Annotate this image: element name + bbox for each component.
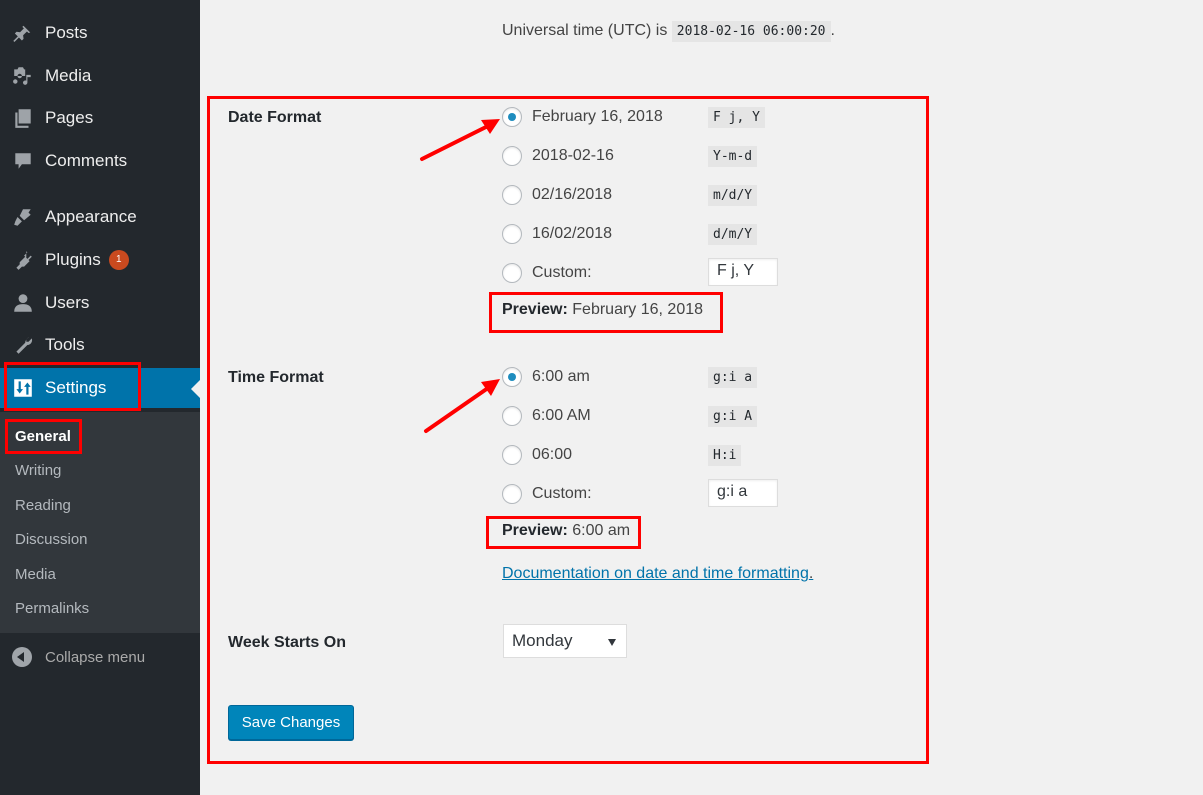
format-code: H:i: [708, 445, 742, 466]
radio-button[interactable]: [502, 445, 522, 465]
sidebar-item-plugins[interactable]: Plugins 1: [0, 240, 200, 280]
format-code: Y-m-d: [708, 146, 758, 167]
collapse-arrow-icon: [12, 647, 32, 667]
date-option-2[interactable]: 2018-02-16: [502, 144, 614, 168]
time-option-1[interactable]: 6:00 am: [502, 365, 590, 389]
sidebar-item-label: Posts: [45, 23, 88, 42]
utc-suffix: .: [830, 22, 835, 39]
sidebar-item-label: Media: [45, 66, 92, 85]
date-option-custom[interactable]: Custom:: [502, 261, 592, 285]
option-label: 2018-02-16: [532, 147, 614, 164]
radio-button[interactable]: [502, 263, 522, 283]
date-format-label: Date Format: [228, 109, 322, 126]
time-preview: Preview: 6:00 am: [502, 522, 630, 540]
wrench-icon: [11, 333, 35, 357]
option-label: 6:00 am: [532, 368, 590, 385]
plugin-icon: [11, 248, 35, 272]
utc-label: Universal time (UTC) is: [502, 22, 668, 39]
update-count-badge: 1: [108, 250, 129, 270]
sidebar-item-media[interactable]: Media: [0, 56, 200, 96]
media-icon: [11, 64, 35, 88]
option-label: February 16, 2018: [532, 108, 663, 125]
radio-button[interactable]: [502, 224, 522, 244]
format-code: g:i a: [708, 367, 758, 388]
submenu-item-writing[interactable]: Writing: [15, 462, 61, 479]
sidebar-item-pages[interactable]: Pages: [0, 98, 200, 138]
pages-icon: [11, 106, 35, 130]
active-indicator: [191, 380, 200, 398]
settings-icon: [11, 376, 35, 400]
documentation-link[interactable]: Documentation on date and time formattin…: [502, 565, 809, 582]
custom-date-format-input[interactable]: F j, Y: [708, 258, 778, 286]
option-label: 6:00 AM: [532, 407, 591, 424]
time-format-label: Time Format: [228, 369, 324, 386]
sidebar-item-appearance[interactable]: Appearance: [0, 197, 200, 237]
documentation-link-wrapper: Documentation on date and time formattin…: [502, 565, 813, 583]
sidebar-item-comments[interactable]: Comments: [0, 141, 200, 181]
collapse-menu-label: Collapse menu: [45, 648, 146, 666]
radio-button[interactable]: [502, 146, 522, 166]
paintbrush-icon: [11, 205, 35, 229]
radio-button[interactable]: [502, 484, 522, 504]
sidebar-item-label: Tools: [45, 335, 85, 354]
submenu-item-discussion[interactable]: Discussion: [15, 531, 88, 548]
option-label: 16/02/2018: [532, 225, 613, 242]
date-option-4[interactable]: 16/02/2018: [502, 222, 612, 246]
preview-value: 6:00 am: [572, 522, 631, 539]
dropdown-caret-icon: [608, 639, 616, 646]
collapse-menu-button[interactable]: Collapse menu: [0, 640, 200, 674]
radio-button[interactable]: [502, 107, 522, 127]
sidebar-item-label: Settings: [45, 378, 107, 397]
comment-icon: [11, 149, 35, 173]
link-suffix: .: [808, 565, 814, 582]
sidebar-item-label: Users: [45, 293, 90, 312]
sidebar-item-label: Pages: [45, 108, 94, 127]
week-starts-select[interactable]: Monday: [503, 624, 627, 658]
radio-button[interactable]: [502, 406, 522, 426]
save-changes-button[interactable]: Save Changes: [228, 705, 354, 740]
sidebar-item-settings[interactable]: Settings: [0, 368, 200, 408]
sidebar-item-tools[interactable]: Tools: [0, 325, 200, 365]
option-label: 02/16/2018: [532, 186, 613, 203]
date-option-1[interactable]: February 16, 2018: [502, 105, 663, 129]
sidebar-item-users[interactable]: Users: [0, 283, 200, 323]
submenu-item-general[interactable]: General: [15, 428, 71, 445]
format-code: F j, Y: [708, 107, 765, 128]
time-option-custom[interactable]: Custom:: [502, 482, 592, 506]
admin-sidebar: Posts Media Pages Comments Appearance Pl…: [0, 0, 200, 795]
format-code: d/m/Y: [708, 224, 758, 245]
date-preview: Preview: February 16, 2018: [502, 301, 703, 319]
format-code: m/d/Y: [708, 185, 758, 206]
custom-time-format-input[interactable]: g:i a: [708, 479, 778, 507]
option-label: 06:00: [532, 446, 573, 463]
format-code: g:i A: [708, 406, 758, 427]
submenu-item-reading[interactable]: Reading: [15, 497, 71, 514]
submenu-item-permalinks[interactable]: Permalinks: [15, 600, 89, 617]
option-label: Custom:: [532, 264, 592, 281]
time-option-3[interactable]: 06:00: [502, 443, 572, 467]
arrow-to-date-option: [420, 119, 500, 161]
time-option-2[interactable]: 6:00 AM: [502, 404, 591, 428]
sidebar-item-posts[interactable]: Posts: [0, 13, 200, 53]
utc-value: 2018-02-16 06:00:20: [671, 21, 831, 42]
radio-button[interactable]: [502, 185, 522, 205]
selected-value: Monday: [512, 631, 573, 650]
preview-value: February 16, 2018: [572, 301, 704, 318]
user-icon: [11, 291, 35, 315]
option-label: Custom:: [532, 485, 592, 502]
utc-time-info: Universal time (UTC) is 2018-02-16 06:00…: [502, 21, 835, 42]
sidebar-item-label: Comments: [45, 151, 128, 170]
pushpin-icon: [11, 21, 35, 45]
date-option-3[interactable]: 02/16/2018: [502, 183, 612, 207]
week-starts-label: Week Starts On: [228, 634, 346, 651]
arrow-to-time-option: [424, 379, 500, 433]
sidebar-item-label: Appearance: [45, 207, 137, 226]
submenu-item-media[interactable]: Media: [15, 566, 56, 583]
preview-label: Preview:: [502, 522, 568, 539]
sidebar-item-label: Plugins: [45, 250, 101, 269]
radio-button[interactable]: [502, 367, 522, 387]
preview-label: Preview:: [502, 301, 568, 318]
settings-submenu: General Writing Reading Discussion Media…: [0, 412, 200, 633]
